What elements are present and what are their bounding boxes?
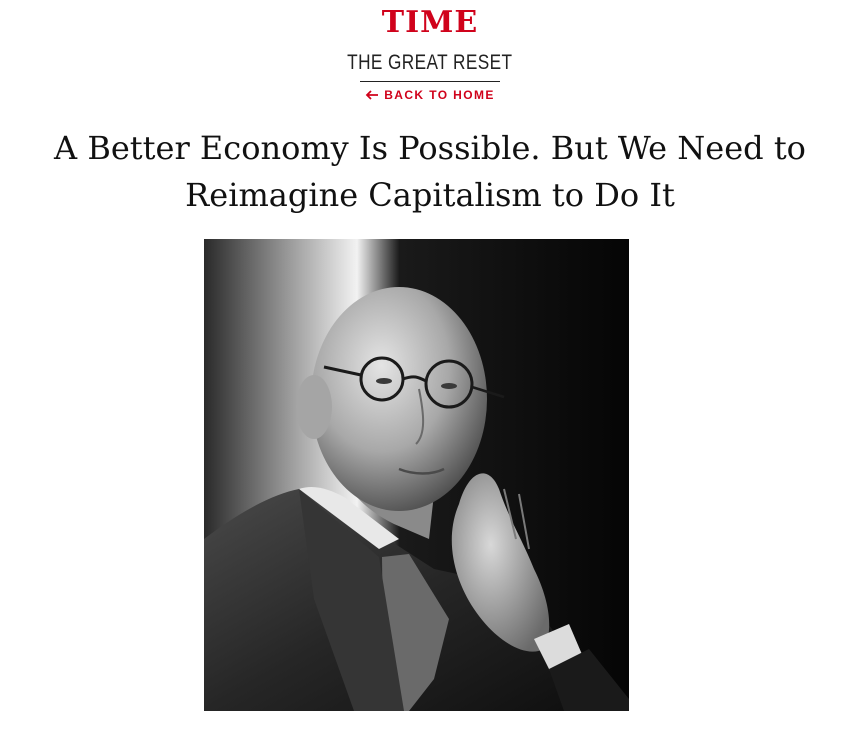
section-title: THE GREAT RESET (347, 51, 513, 74)
section-divider (360, 81, 500, 82)
portrait-photo (204, 239, 629, 711)
masthead: TIME THE GREAT RESET BACK TO HOME (0, 6, 860, 104)
arrow-left-icon (365, 90, 379, 100)
hero-image (204, 239, 629, 711)
article-headline: A Better Economy Is Possible. But We Nee… (0, 125, 860, 219)
back-to-home-link[interactable]: BACK TO HOME (365, 88, 495, 102)
headline-line-2: Reimagine Capitalism to Do It (185, 176, 675, 214)
headline-line-1: A Better Economy Is Possible. But We Nee… (54, 129, 806, 167)
back-to-home-label: BACK TO HOME (384, 88, 495, 102)
time-logo[interactable]: TIME (0, 6, 860, 40)
